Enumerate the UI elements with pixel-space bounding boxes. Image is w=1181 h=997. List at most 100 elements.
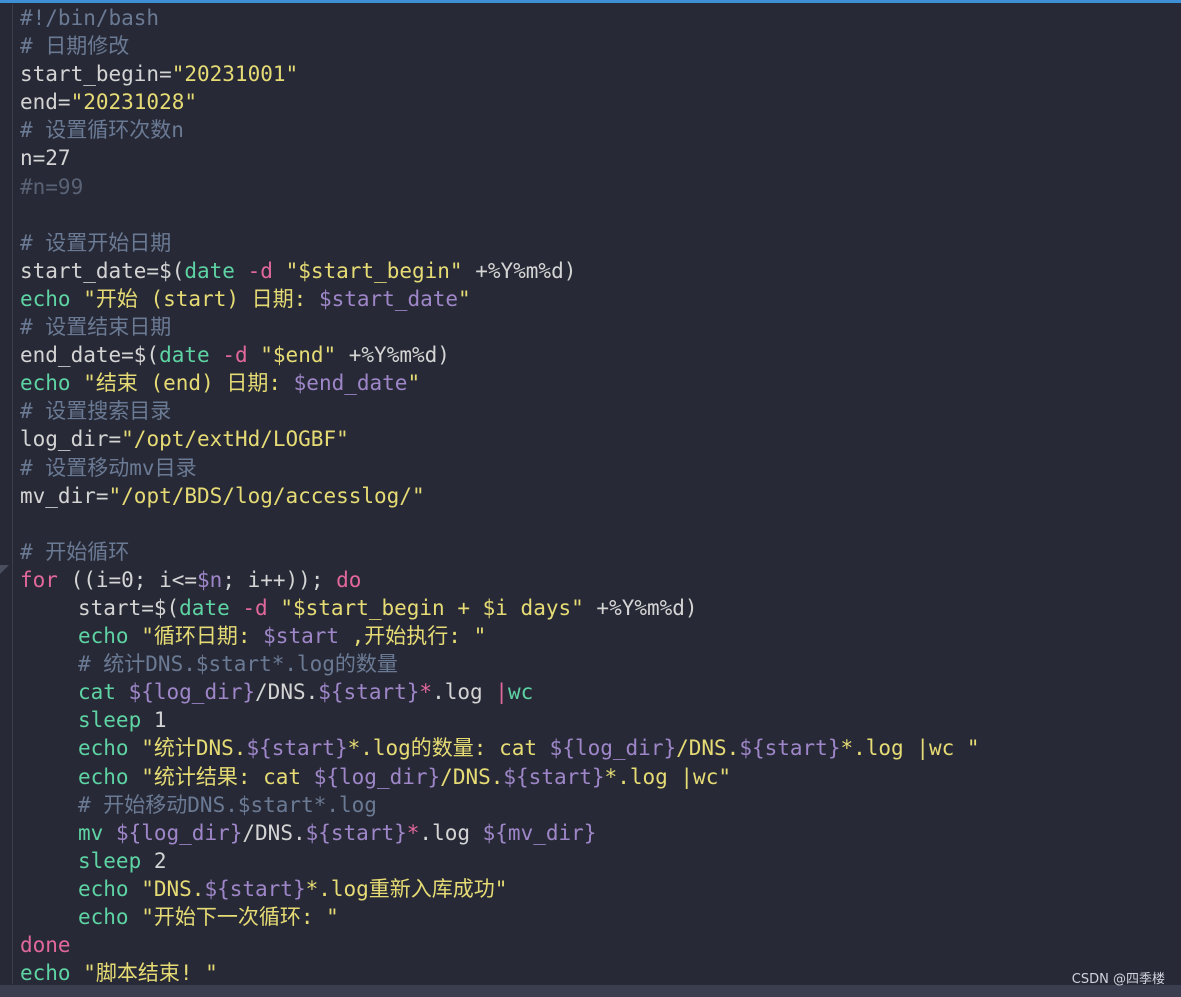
code-line[interactable]: echo "统计DNS.${start}*.log的数量: cat ${log_… bbox=[20, 734, 1170, 762]
code-token: ${log_dir} bbox=[313, 764, 441, 789]
code-token: ${log_dir} bbox=[549, 736, 677, 761]
code-line[interactable]: mv_dir="/opt/BDS/log/accesslog/" bbox=[20, 482, 1170, 510]
code-line[interactable]: # 日期修改 bbox=[20, 32, 1170, 60]
fold-marker-icon[interactable] bbox=[0, 565, 9, 574]
code-token: 1 bbox=[141, 708, 167, 733]
code-token: .log bbox=[419, 820, 483, 845]
code-token: ,开始执行: " bbox=[339, 624, 487, 649]
code-token: wc bbox=[507, 680, 534, 705]
code-token: "结束 (end) 日期: bbox=[70, 371, 294, 396]
code-line[interactable]: # 设置搜索目录 bbox=[20, 397, 1170, 425]
code-token: -d bbox=[247, 258, 273, 283]
code-line[interactable]: end_date=$(date -d "$end" +%Y%m%d) bbox=[20, 341, 1170, 369]
code-line[interactable]: start=$(date -d "$start_begin + $i days"… bbox=[20, 594, 1170, 622]
code-token: # 设置结束日期 bbox=[20, 315, 172, 340]
code-token: ${log_dir} bbox=[128, 680, 256, 705]
code-line[interactable]: start_begin="20231001" bbox=[20, 60, 1170, 88]
code-line[interactable]: sleep 2 bbox=[20, 847, 1170, 875]
code-token: cat bbox=[78, 680, 116, 705]
code-line[interactable]: n=27 bbox=[20, 144, 1170, 172]
code-token: mv bbox=[78, 820, 104, 845]
code-line[interactable]: echo "开始下一次循环: " bbox=[20, 903, 1170, 931]
code-token: * bbox=[406, 820, 420, 845]
code-token: echo bbox=[78, 905, 129, 929]
code-token: ${start} bbox=[305, 820, 407, 845]
code-token: ${log_dir} bbox=[115, 820, 243, 845]
code-token: # 设置搜索目录 bbox=[20, 399, 172, 424]
code-token: date bbox=[179, 595, 230, 620]
code-line[interactable]: # 设置开始日期 bbox=[20, 229, 1170, 257]
code-line[interactable]: #n=99 bbox=[20, 173, 1170, 201]
code-token: $n bbox=[197, 567, 223, 592]
code-editor[interactable]: #!/bin/bash # 日期修改 start_begin="20231001" e… bbox=[20, 4, 1170, 987]
code-token: echo bbox=[20, 371, 71, 396]
code-token: mv_dir= bbox=[20, 483, 109, 508]
code-line[interactable] bbox=[20, 510, 1170, 538]
code-token: 2 bbox=[141, 848, 167, 873]
code-token: echo bbox=[78, 736, 129, 761]
code-line[interactable]: echo "结束 (end) 日期: $end_date" bbox=[20, 369, 1170, 397]
code-token: # 设置移动mv目录 bbox=[20, 455, 197, 480]
gutter-indent-guide bbox=[12, 4, 13, 984]
code-line[interactable]: # 统计DNS.$start*.log的数量 bbox=[20, 650, 1170, 678]
code-line[interactable]: for ((i=0; i<=$n; i++)); do bbox=[20, 566, 1170, 594]
code-token: "$start_begin + $i days" bbox=[280, 595, 584, 620]
code-line[interactable]: end="20231028" bbox=[20, 88, 1170, 116]
code-line[interactable] bbox=[20, 201, 1170, 229]
code-token: #!/bin/bash bbox=[20, 6, 160, 30]
code-token: $end_date bbox=[293, 371, 408, 396]
code-line[interactable]: echo "DNS.${start}*.log重新入库成功" bbox=[20, 875, 1170, 903]
code-token: " bbox=[407, 371, 421, 396]
code-token: ${start} bbox=[318, 680, 420, 705]
code-token: "脚本结束! " bbox=[70, 961, 218, 986]
code-line[interactable]: start_date=$(date -d "$start_begin" +%Y%… bbox=[20, 257, 1170, 285]
code-token: start_begin= bbox=[20, 62, 172, 87]
editor-top-border bbox=[0, 0, 1181, 3]
code-token: "$start_begin" bbox=[285, 258, 463, 283]
code-token: * bbox=[419, 680, 433, 705]
code-line[interactable]: sleep 1 bbox=[20, 706, 1170, 734]
code-token: echo bbox=[20, 961, 71, 986]
code-token: #n=99 bbox=[20, 174, 84, 199]
code-token: ${mv_dir} bbox=[482, 820, 597, 845]
code-line[interactable]: cat ${log_dir}/DNS.${start}*.log |wc bbox=[20, 678, 1170, 706]
code-token: .log bbox=[432, 680, 496, 705]
code-token: echo bbox=[78, 876, 129, 901]
code-line[interactable]: echo "脚本结束! " bbox=[20, 959, 1170, 987]
code-line[interactable]: # 设置移动mv目录 bbox=[20, 454, 1170, 482]
code-line[interactable]: log_dir="/opt/extHd/LOGBF" bbox=[20, 425, 1170, 453]
code-token: log_dir= bbox=[20, 427, 122, 452]
code-token: end_date=$( bbox=[20, 343, 160, 368]
code-token: done bbox=[20, 933, 71, 958]
code-line[interactable]: mv ${log_dir}/DNS.${start}*.log ${mv_dir… bbox=[20, 819, 1170, 847]
code-line[interactable]: echo "统计结果: cat ${log_dir}/DNS.${start}*… bbox=[20, 763, 1170, 791]
watermark: CSDN @四季楼 bbox=[1071, 972, 1165, 987]
code-line[interactable]: # 开始移动DNS.$start*.log bbox=[20, 791, 1170, 819]
code-line[interactable]: # 开始循环 bbox=[20, 538, 1170, 566]
code-line[interactable]: echo "循环日期: $start ,开始执行: " bbox=[20, 622, 1170, 650]
horizontal-scrollbar[interactable] bbox=[0, 985, 1181, 997]
code-token: "统计DNS. bbox=[128, 736, 247, 761]
code-line[interactable]: #!/bin/bash bbox=[20, 4, 1170, 32]
code-line[interactable]: echo "开始 (start) 日期: $start_date" bbox=[20, 285, 1170, 313]
code-token: # 开始循环 bbox=[20, 539, 130, 564]
code-token: sleep bbox=[78, 848, 142, 873]
code-token: "/opt/extHd/LOGBF" bbox=[121, 427, 349, 452]
code-line[interactable]: # 设置结束日期 bbox=[20, 313, 1170, 341]
code-token: "开始 (start) 日期: bbox=[70, 286, 319, 311]
code-token: /DNS. bbox=[676, 736, 740, 761]
code-line[interactable]: # 设置循环次数n bbox=[20, 116, 1170, 144]
code-token: "DNS. bbox=[128, 876, 205, 901]
code-token: *.log |wc" bbox=[604, 764, 731, 789]
code-token: "20231028" bbox=[70, 90, 198, 115]
code-token: "循环日期: bbox=[128, 624, 264, 649]
code-token: " bbox=[458, 286, 471, 311]
code-token: $start_date bbox=[318, 286, 459, 311]
code-line[interactable]: done bbox=[20, 931, 1170, 959]
code-token: # 开始移动DNS.$start*.log bbox=[78, 792, 377, 817]
code-token: do bbox=[336, 567, 362, 592]
code-token: start_date=$( bbox=[20, 258, 185, 283]
